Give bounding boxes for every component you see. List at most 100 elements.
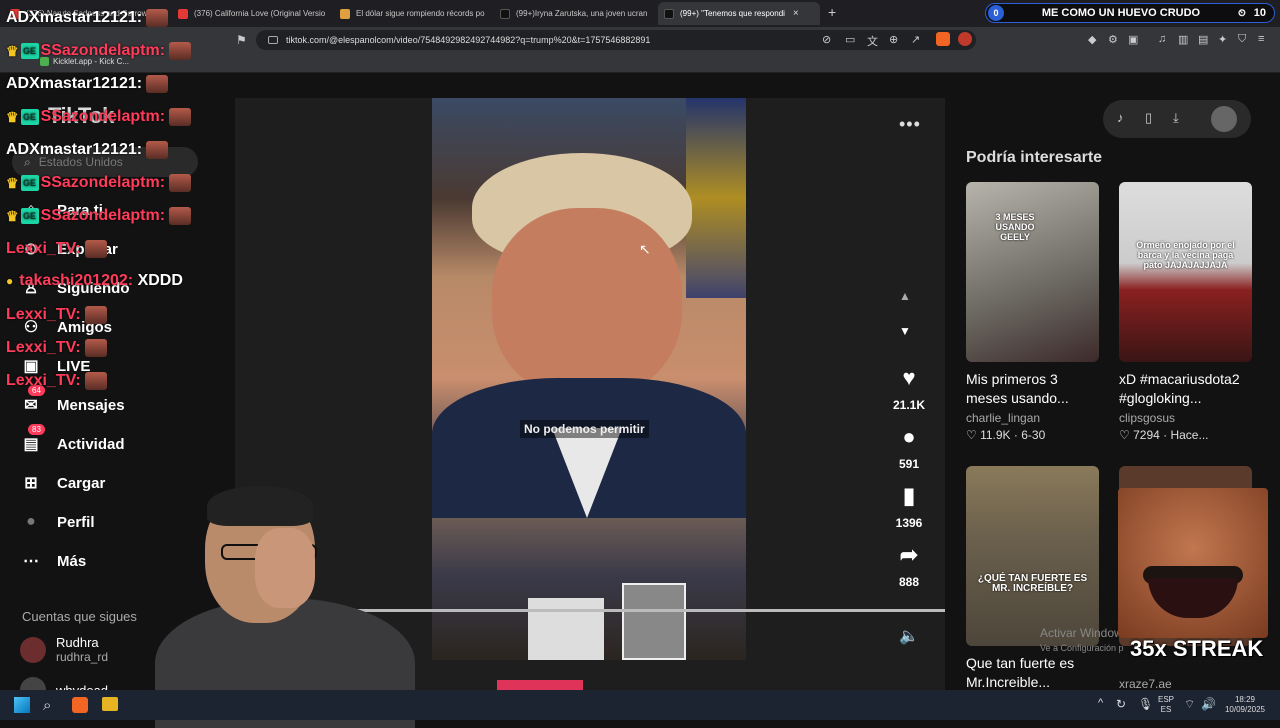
thumbnail-text: ¿QUÉ TAN FUERTE ES MR. INCREÍBLE? [977,573,1088,594]
heart-icon: ♥ [902,365,916,390]
leo-icon[interactable]: ✦ [1218,33,1227,46]
emote-icon [146,75,169,93]
meme-overlay-image [1118,488,1268,638]
extension-icon-3[interactable]: ▣ [1128,33,1138,46]
subscriber-badge-icon: GE [20,175,39,191]
extension-icon-2[interactable]: ⚙ [1108,33,1118,46]
tab-active[interactable]: (99+) "Tenemos que respondi × [658,2,820,25]
share-count: 888 [898,575,920,589]
suggested-video[interactable]: ¿QUÉ TAN FUERTE ES MR. INCREÍBLE? Que ta… [966,466,1099,692]
tiktok-icon [664,8,674,19]
search-icon[interactable]: ⌕ [43,697,51,714]
device-icon[interactable]: ▯ [1145,110,1152,126]
tab-3[interactable]: El dólar sigue rompiendo récords po [334,2,494,25]
download-icon[interactable]: ⤓ [1173,110,1179,126]
chat-user: takashi201202: [19,272,134,289]
following-account[interactable]: Rudhra rudhra_rd [20,635,108,664]
new-tab-button[interactable]: + [828,4,836,20]
sidebar-icon[interactable]: ▥ [1178,33,1188,46]
lang-code: ESP [1158,695,1175,704]
save-button[interactable]: ▮ 1396 [885,478,933,530]
zoom-icon[interactable]: ⊕ [889,33,898,46]
video-person-face [492,208,682,398]
previous-video-icon[interactable]: ▲ [899,289,911,303]
tab-4[interactable]: (99+)Iryna Zarutska, una joven ucran [494,2,656,25]
card-user: charlie_lingan [966,411,1041,425]
goal-target: 10 [1253,7,1266,19]
more-options-button[interactable]: ••• [899,114,921,135]
like-count: 21.1K [892,398,926,412]
card-likes: ♡ 7294 · Hace... [1119,428,1209,442]
extension-icon[interactable]: ◆ [1088,33,1096,46]
windows-taskbar: ⌕ ^ ↻ 🎙 ESP ES ⌔ 🔊 18:29 10/09/2025 [0,690,1280,720]
suggestions-header: Podría interesarte [966,149,1103,166]
browser-tab-bar: (376) Naruto Sadness and Sorrow (376) Ca… [0,0,1280,27]
video-frame[interactable]: No podemos permitir ↖ [432,98,746,660]
vpn-icon[interactable]: ⛉ [1238,33,1246,46]
reader-icon[interactable]: ⊘ [822,33,831,46]
volume-icon[interactable]: 🔈 [899,626,919,646]
card-title: Que tan fuerte es Mr.Increible... [966,655,1075,690]
tiktok-icon [500,8,510,19]
emote-icon [146,141,169,159]
chat-message: Lexxi_TV: [6,339,107,357]
brave-browser-icon[interactable] [72,697,88,713]
card-title: xD #macariusdota2 #glogloking... [1119,371,1240,406]
wallet-icon[interactable]: ▤ [1198,33,1208,46]
subscriber-badge-icon: GE [20,208,39,224]
suggested-video[interactable]: 3 MESES USANDO GEELY Mis primeros 3 mese… [966,182,1099,442]
close-icon[interactable]: × [793,8,799,19]
following-header: Cuentas que sigues [22,609,137,624]
sidebar-item-mensajes[interactable]: ✉ 64 Mensajes [20,385,125,416]
tray-chevron-icon[interactable]: ^ [1098,697,1103,709]
upload-icon: ⊞ [24,475,38,492]
share-arrow-icon: ➦ [899,542,919,567]
share-icon[interactable]: ↗ [911,33,920,46]
sidebar-item-actividad[interactable]: ▤ 83 Actividad [20,424,125,455]
avatar[interactable] [1211,106,1237,132]
music-note-icon[interactable]: ♪ [1117,110,1124,125]
pin-icon: ● [6,274,14,288]
goal-count: 0 [988,5,1004,21]
address-bar-row: ⚑ tiktok.com/@elespanolcom/video/7548492… [0,27,1280,53]
chat-user: SSazondelaptm: [40,174,166,191]
translate-icon[interactable]: 文 [867,33,878,49]
sidebar-item-perfil[interactable]: ● Perfil [20,511,94,533]
next-video-icon[interactable]: ▼ [899,324,911,338]
brave-shields-icon[interactable] [936,32,950,46]
comment-button[interactable]: ● 591 [885,419,933,471]
tray-sync-icon[interactable]: ↻ [1116,697,1126,711]
video-progress-bar[interactable] [355,609,945,612]
bookmark-icon[interactable]: ⚑ [236,33,247,47]
profile-avatar-icon: ● [26,513,36,530]
crown-icon: ♛ [6,174,19,191]
wifi-icon[interactable]: ⌔ [1184,697,1195,712]
chat-message: ♛ GE SSazondelaptm: [6,207,192,225]
sidebar-item-mas[interactable]: ⋯ Más [20,550,86,572]
chat-message: ♛ GE SSazondelaptm: [6,174,192,192]
emote-icon [146,9,169,27]
music-icon[interactable]: ♫ [1158,33,1166,45]
chat-message: ADXmastar12121: [6,141,169,159]
windows-start-icon[interactable] [14,697,30,713]
volume-icon[interactable]: 🔊 [1201,697,1216,711]
chat-user: Lexxi_TV: [6,372,81,389]
microphone-icon[interactable]: 🎙 [1138,697,1153,711]
video-photo-left [528,598,604,660]
like-button[interactable]: ♥ 21.1K [885,360,933,412]
clock[interactable]: 18:29 10/09/2025 [1222,695,1268,715]
menu-icon[interactable]: ≡ [1258,33,1264,45]
site-settings-icon[interactable] [268,36,278,44]
brave-rewards-icon[interactable] [958,32,972,46]
share-button[interactable]: ➦ 888 [885,537,933,589]
cast-icon[interactable]: ▭ [845,33,855,46]
emote-icon [169,42,192,60]
file-explorer-icon[interactable] [102,697,118,711]
suggested-video[interactable]: Ormeño enojado por el barca y la vecina … [1119,182,1252,442]
bookmarks-bar: Kicklet.app - Kick C... [0,53,1280,73]
tab-2[interactable]: (376) California Love (Original Versio [172,2,334,25]
save-count: 1396 [895,516,923,530]
messages-glyph: ✉ [24,397,38,414]
sidebar-item-cargar[interactable]: ⊞ Cargar [20,472,105,494]
language-indicator[interactable]: ESP ES [1158,695,1174,715]
